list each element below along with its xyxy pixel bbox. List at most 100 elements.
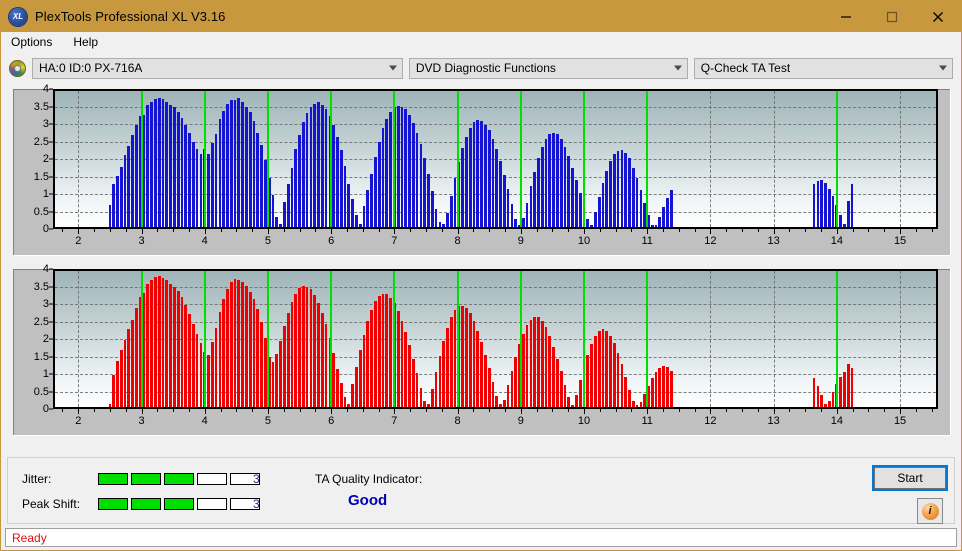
x-axis-tick [362, 229, 364, 232]
x-axis-tick [252, 229, 254, 232]
x-axis-tick [726, 409, 728, 412]
chart-bar [846, 201, 850, 227]
chart-bar [123, 155, 127, 227]
chart-bar [210, 341, 214, 407]
chart-bar [419, 388, 423, 407]
chart-bar [658, 216, 662, 227]
chart-bar [150, 101, 153, 227]
drive-select[interactable]: HA:0 ID:0 PX-716A [32, 57, 403, 79]
chart-bar [525, 202, 529, 227]
chart-bar [544, 138, 548, 227]
x-axis-tick [425, 409, 427, 412]
chart-bar [586, 219, 590, 227]
chart-bar [843, 372, 846, 407]
x-axis-tick [789, 409, 791, 412]
chart-bar [816, 180, 820, 227]
chart-bar [210, 143, 214, 227]
grid-line [78, 271, 80, 407]
menu-item-help[interactable]: Help [71, 33, 107, 52]
chart-bar [161, 98, 165, 227]
chart-bar [827, 188, 831, 227]
chart-bar [313, 295, 317, 407]
x-axis-tick [821, 409, 823, 412]
chart-bar [654, 372, 658, 407]
chart-bar [461, 147, 464, 227]
x-axis-tick [884, 229, 886, 232]
x-axis-tick [315, 409, 317, 412]
peak-shift-label: Peak Shift: [22, 497, 81, 511]
x-axis-tick [94, 229, 96, 232]
chart-bar [434, 372, 438, 407]
chart-bar [404, 109, 408, 227]
chart-bar [237, 98, 241, 227]
chart-bar [423, 401, 427, 407]
chart-bar [571, 404, 574, 407]
x-axis-tick [742, 409, 744, 412]
chart-bar [427, 173, 430, 227]
maximize-icon[interactable] [869, 1, 915, 32]
chart-bar [408, 115, 411, 227]
test-select[interactable]: Q-Check TA Test [693, 57, 953, 79]
menu-bar: Options Help [1, 32, 961, 53]
chart-bar [336, 368, 339, 407]
chart-bar [279, 340, 282, 407]
app-window: XL PlexTools Professional XL V3.16 Optio… [0, 0, 962, 551]
chevron-down-icon [938, 65, 947, 71]
x-axis-tick [836, 409, 838, 414]
jitter-chart[interactable]: 0 0.5 1 1.5 2 2.5 3 3.5 4 2 3 4 5 6 7 8 9 10 11 12 13 14 15 [13, 83, 951, 256]
chart-bar [290, 302, 294, 407]
meter-cell [98, 473, 128, 485]
close-icon[interactable] [915, 1, 961, 32]
chart-bar [286, 184, 290, 227]
x-axis-tick [473, 409, 475, 412]
x-axis-tick-label: 11 [641, 415, 653, 427]
x-axis-tick [552, 409, 554, 412]
chart-bar [400, 106, 404, 227]
grid-line [55, 89, 936, 90]
chart-bar [332, 124, 336, 227]
chart-bar [506, 189, 510, 227]
peak-shift-chart[interactable]: 0 0.5 1 1.5 2 2.5 3 3.5 4 2 3 4 5 6 7 8 9 10 11 12 13 14 15 [13, 263, 951, 436]
x-axis-tick [109, 229, 111, 232]
function-select[interactable]: DVD Diagnostic Functions [408, 57, 688, 79]
chart-bar [381, 293, 385, 407]
chart-bar [180, 117, 184, 227]
chevron-down-icon [673, 65, 682, 71]
chart-bar [343, 166, 347, 227]
info-button[interactable]: i [917, 498, 943, 524]
x-axis-tick-label: 10 [577, 235, 591, 247]
grid-line [55, 286, 936, 288]
chart-bar [597, 196, 601, 227]
x-axis-tick-label: 13 [767, 235, 780, 247]
chart-bar [609, 335, 612, 407]
minimize-icon[interactable] [823, 1, 869, 32]
x-axis-tick [299, 409, 301, 412]
chart-bar [484, 354, 487, 407]
x-axis-tick [331, 409, 333, 414]
x-axis-tick [520, 409, 522, 414]
chart-bar [548, 133, 552, 227]
zone-marker [835, 271, 838, 407]
zone-marker [203, 91, 206, 227]
chart-bar [461, 305, 464, 407]
chart-bar [812, 184, 816, 227]
x-axis-tick [915, 229, 917, 232]
zone-marker [583, 91, 585, 227]
x-axis-tick [631, 409, 633, 412]
start-button[interactable]: Start [872, 465, 948, 491]
chart-bar [351, 199, 354, 227]
chart-bar [343, 396, 347, 407]
chart-bar [191, 142, 195, 227]
x-axis-tick [410, 229, 412, 232]
x-axis-tick [283, 229, 285, 232]
chart-bar [245, 106, 248, 227]
chart-bar [241, 282, 244, 407]
chart-bar [241, 101, 244, 227]
chart-bar [290, 167, 294, 227]
x-axis-tick [852, 229, 854, 232]
x-axis-tick-label: 8 [454, 235, 461, 247]
x-axis-tick [157, 409, 159, 412]
menu-item-options[interactable]: Options [9, 33, 61, 52]
chart-bar [146, 105, 150, 227]
x-axis-tick [173, 229, 175, 232]
